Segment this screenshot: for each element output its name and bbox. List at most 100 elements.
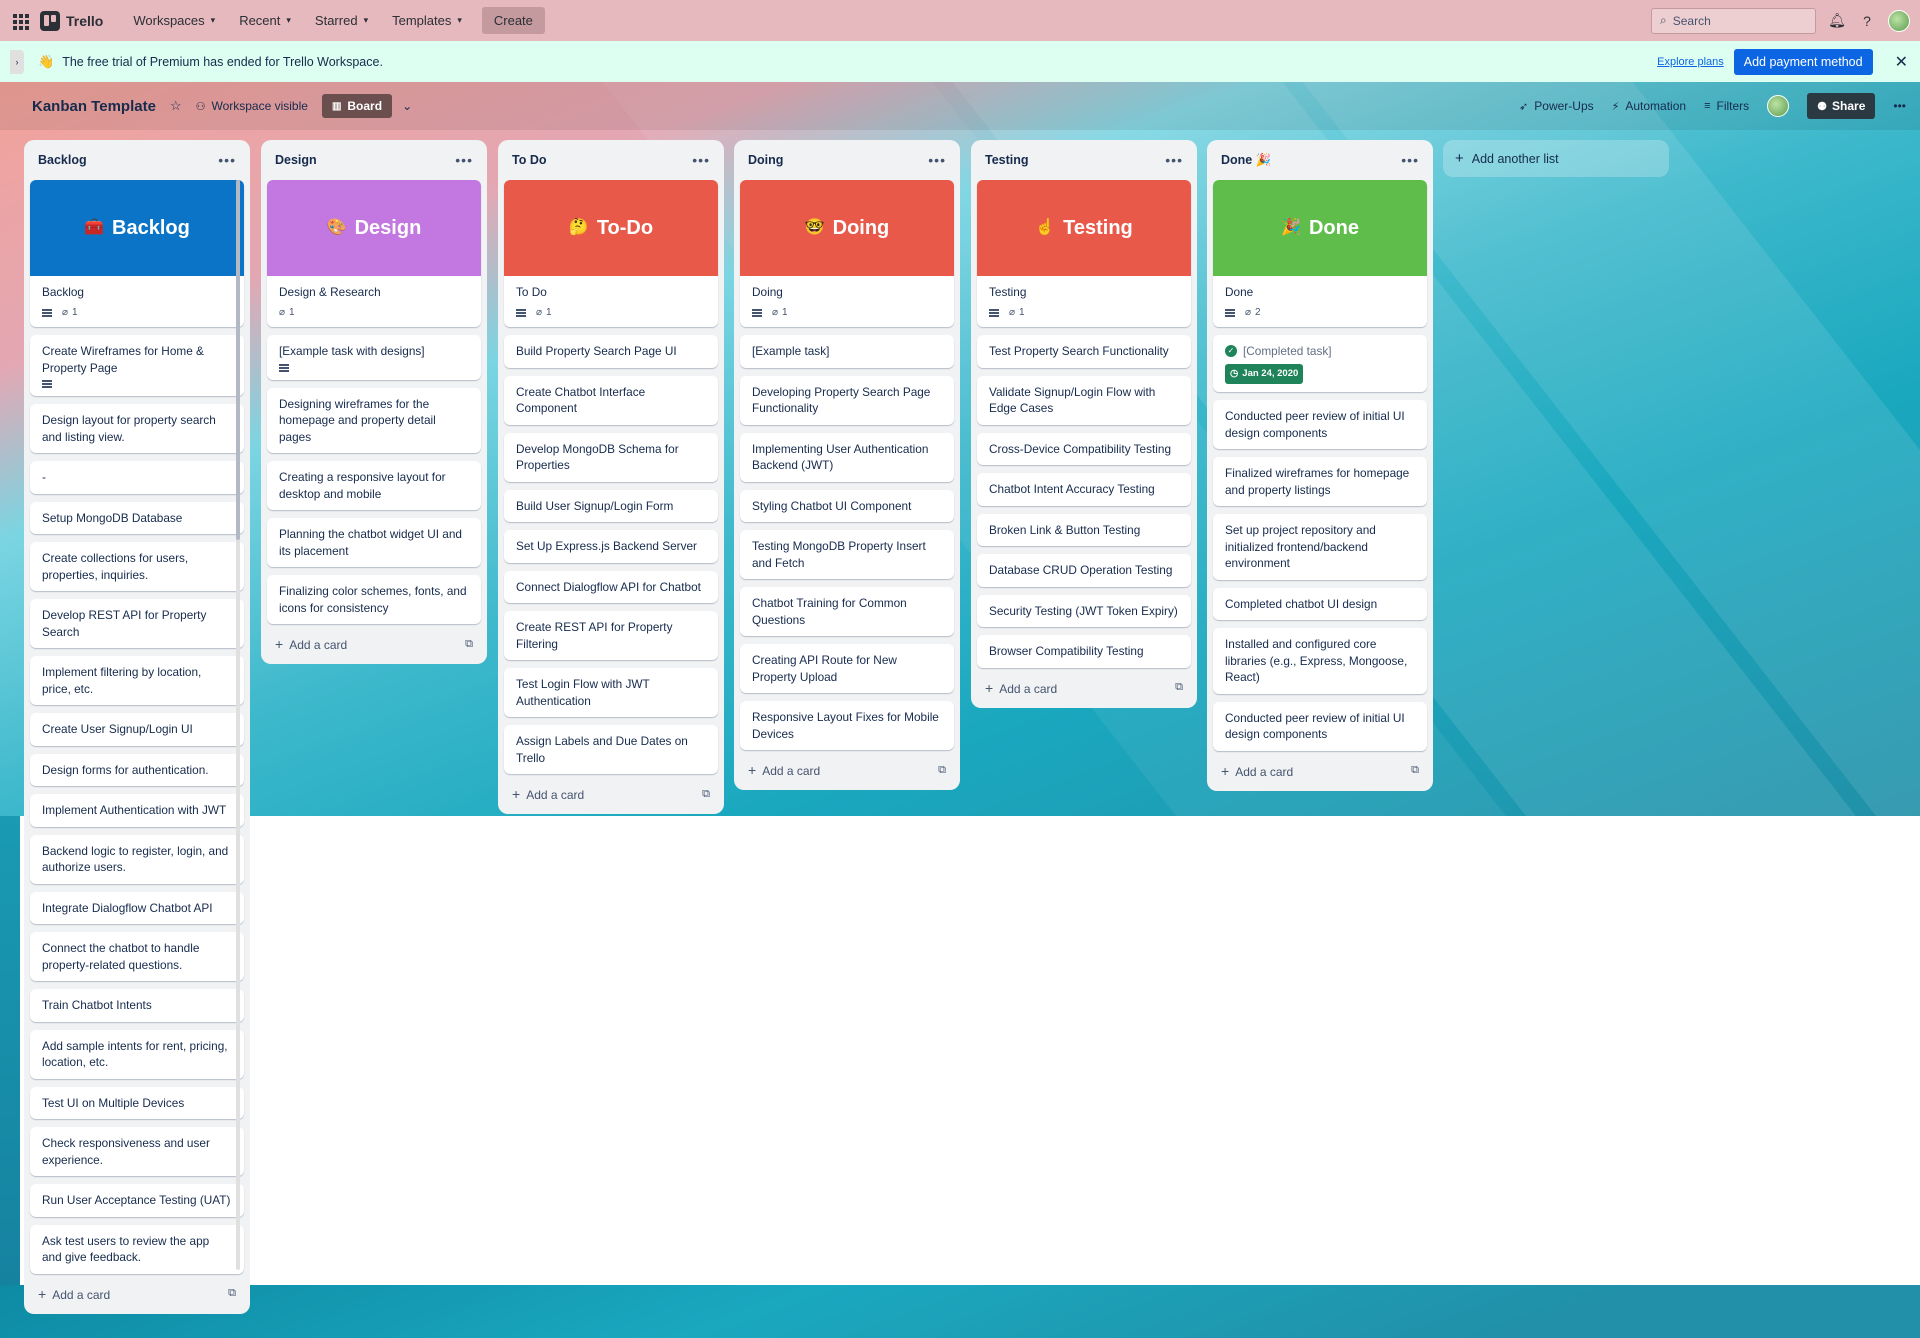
list-card[interactable]: Set up project repository and initialize…: [1213, 514, 1427, 580]
cover-card[interactable]: 🎨 Design Design & Research ⌀ 1: [267, 180, 481, 327]
list-card[interactable]: Train Chatbot Intents: [30, 989, 244, 1022]
list-card[interactable]: Set Up Express.js Backend Server: [504, 530, 718, 563]
create-button[interactable]: Create: [481, 7, 545, 34]
automation-button[interactable]: ⚡︎ Automation: [1612, 99, 1686, 113]
cover-card[interactable]: 🤔 To-Do To Do ⌀ 1: [504, 180, 718, 327]
list-card[interactable]: Chatbot Training for Common Questions: [740, 587, 954, 636]
chevron-down-icon[interactable]: ⌄: [402, 99, 412, 113]
list-card[interactable]: [Example task with designs]: [267, 335, 481, 380]
list-title[interactable]: Done 🎉: [1221, 153, 1271, 168]
board-view-button[interactable]: ▥ Board: [321, 94, 393, 118]
list-card[interactable]: Connect the chatbot to handle property-r…: [30, 932, 244, 981]
list-card[interactable]: Run User Acceptance Testing (UAT): [30, 1184, 244, 1217]
search-input[interactable]: ⌕ Search: [1651, 7, 1816, 34]
close-icon[interactable]: ✕: [1895, 52, 1908, 72]
add-card-button[interactable]: + Add a card ⧉: [740, 750, 954, 790]
list-card[interactable]: Creating a responsive layout for desktop…: [267, 461, 481, 510]
list-card[interactable]: Build User Signup/Login Form: [504, 489, 718, 522]
add-card-button[interactable]: + Add a card ⧉: [30, 1274, 244, 1314]
list-card[interactable]: Broken Link & Button Testing: [977, 513, 1191, 546]
list-card[interactable]: Chatbot Intent Accuracy Testing: [977, 473, 1191, 506]
list-card[interactable]: Finalizing color schemes, fonts, and ico…: [267, 575, 481, 624]
more-icon[interactable]: •••: [1165, 152, 1183, 168]
list-card[interactable]: Develop REST API for Property Search: [30, 599, 244, 648]
card-template-icon[interactable]: ⧉: [465, 638, 473, 651]
list-title[interactable]: Testing: [985, 153, 1029, 167]
list-card[interactable]: Installed and configured core libraries …: [1213, 628, 1427, 694]
board-title[interactable]: Kanban Template: [32, 98, 156, 115]
list-card[interactable]: Ask test users to review the app and giv…: [30, 1224, 244, 1274]
list-card[interactable]: Develop MongoDB Schema for Properties: [504, 432, 718, 482]
more-icon[interactable]: •••: [692, 152, 710, 168]
member-avatar[interactable]: [1767, 95, 1790, 117]
list-card[interactable]: Check responsiveness and user experience…: [30, 1127, 244, 1176]
list-card[interactable]: Implementing User Authentication Backend…: [740, 432, 954, 482]
nav-templates[interactable]: Templates ▾: [382, 7, 472, 34]
app-switcher-icon[interactable]: [10, 11, 30, 31]
list-card[interactable]: Integrate Dialogflow Chatbot API: [30, 891, 244, 924]
list-card[interactable]: Setup MongoDB Database: [30, 501, 244, 534]
list-card[interactable]: Test Login Flow with JWT Authentication: [504, 668, 718, 717]
notifications-icon[interactable]: 🔔︎: [1828, 12, 1846, 30]
completed-card[interactable]: ✓ [Completed task] ◷ Jan 24, 2020: [1213, 335, 1427, 392]
help-icon[interactable]: ?: [1858, 12, 1876, 30]
add-payment-button[interactable]: Add payment method: [1733, 48, 1873, 75]
list-card[interactable]: Implement Authentication with JWT: [30, 794, 244, 827]
list-card[interactable]: Assign Labels and Due Dates on Trello: [504, 725, 718, 774]
list-card[interactable]: Validate Signup/Login Flow with Edge Cas…: [977, 375, 1191, 425]
list-card[interactable]: Styling Chatbot UI Component: [740, 489, 954, 522]
list-card[interactable]: Create collections for users, properties…: [30, 542, 244, 591]
cover-card[interactable]: 🤓 Doing Doing ⌀ 1: [740, 180, 954, 327]
list-card[interactable]: Finalized wireframes for homepage and pr…: [1213, 457, 1427, 506]
list-title[interactable]: Backlog: [38, 153, 87, 167]
powerups-button[interactable]: ➶ Power-Ups: [1519, 99, 1594, 113]
list-card[interactable]: Backend logic to register, login, and au…: [30, 834, 244, 884]
cover-card[interactable]: 🧰 Backlog Backlog ⌀ 1: [30, 180, 244, 327]
share-button[interactable]: ⚉ Share: [1807, 93, 1876, 119]
list-title[interactable]: To Do: [512, 153, 546, 167]
avatar[interactable]: [1888, 9, 1910, 32]
list-card[interactable]: [Example task]: [740, 335, 954, 368]
card-template-icon[interactable]: ⧉: [228, 1287, 236, 1300]
more-icon[interactable]: •••: [1893, 99, 1906, 113]
visibility-button[interactable]: ⚇ Workspace visible: [196, 99, 308, 113]
list-card[interactable]: Design forms for authentication.: [30, 753, 244, 786]
list-card[interactable]: -: [30, 461, 244, 494]
list-card[interactable]: Test UI on Multiple Devices: [30, 1086, 244, 1119]
explore-plans-link[interactable]: Explore plans: [1657, 56, 1724, 68]
trello-logo[interactable]: Trello: [40, 10, 103, 31]
card-template-icon[interactable]: ⧉: [1411, 764, 1419, 777]
list-card[interactable]: Security Testing (JWT Token Expiry): [977, 594, 1191, 627]
list-card[interactable]: Designing wireframes for the homepage an…: [267, 387, 481, 453]
list-card[interactable]: Developing Property Search Page Function…: [740, 375, 954, 425]
list-card[interactable]: Create User Signup/Login UI: [30, 713, 244, 746]
add-card-button[interactable]: + Add a card ⧉: [977, 668, 1191, 708]
list-card[interactable]: Build Property Search Page UI: [504, 335, 718, 368]
add-list-button[interactable]: + Add another list: [1443, 140, 1669, 177]
list-card[interactable]: Planning the chatbot widget UI and its p…: [267, 518, 481, 567]
list-card[interactable]: Design layout for property search and li…: [30, 404, 244, 453]
add-card-button[interactable]: + Add a card ⧉: [504, 774, 718, 814]
list-card[interactable]: Add sample intents for rent, pricing, lo…: [30, 1029, 244, 1079]
sidebar-expand-icon[interactable]: ›: [10, 49, 24, 74]
list-card[interactable]: Responsive Layout Fixes for Mobile Devic…: [740, 701, 954, 750]
list-card[interactable]: Implement filtering by location, price, …: [30, 656, 244, 705]
filters-button[interactable]: ≡ Filters: [1704, 99, 1749, 113]
add-card-button[interactable]: + Add a card ⧉: [267, 624, 481, 664]
add-card-button[interactable]: + Add a card ⧉: [1213, 751, 1427, 791]
list-title[interactable]: Doing: [748, 153, 783, 167]
nav-recent[interactable]: Recent ▾: [229, 7, 301, 34]
more-icon[interactable]: •••: [218, 152, 236, 168]
list-card[interactable]: Create Wireframes for Home & Property Pa…: [30, 335, 244, 396]
list-card[interactable]: Conducted peer review of initial UI desi…: [1213, 701, 1427, 751]
list-scrollbar-thumb[interactable]: [236, 180, 240, 540]
list-card[interactable]: Completed chatbot UI design: [1213, 587, 1427, 620]
card-template-icon[interactable]: ⧉: [938, 764, 946, 777]
list-card[interactable]: Database CRUD Operation Testing: [977, 554, 1191, 587]
card-template-icon[interactable]: ⧉: [1175, 681, 1183, 694]
card-template-icon[interactable]: ⧉: [702, 788, 710, 801]
more-icon[interactable]: •••: [455, 152, 473, 168]
list-card[interactable]: Connect Dialogflow API for Chatbot: [504, 570, 718, 603]
nav-workspaces[interactable]: Workspaces ▾: [123, 7, 225, 34]
list-card[interactable]: Testing MongoDB Property Insert and Fetc…: [740, 530, 954, 579]
